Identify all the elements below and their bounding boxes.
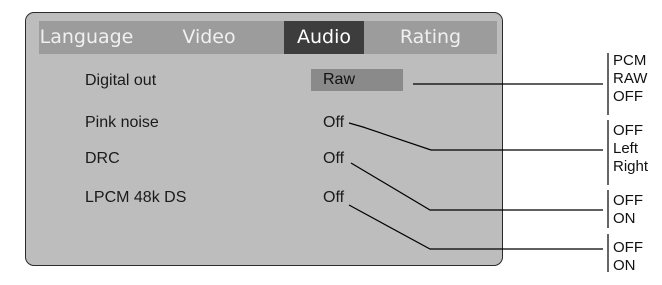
callout-lpcm <box>348 204 603 250</box>
option-off: OFF <box>613 239 643 256</box>
option-right: Right <box>613 158 649 175</box>
callout-pink-noise <box>348 122 603 151</box>
lpcm-options: OFF ON <box>613 239 643 275</box>
callout-lines <box>348 53 609 272</box>
drc-options: OFF ON <box>613 192 643 228</box>
option-on: ON <box>613 257 636 274</box>
callout-drc <box>350 162 603 211</box>
pink-noise-options: OFF Left Right <box>613 122 648 176</box>
option-left: Left <box>613 140 639 157</box>
option-off: OFF <box>613 88 643 105</box>
option-on: ON <box>613 210 636 227</box>
option-off: OFF <box>613 122 643 139</box>
option-pcm: PCM <box>613 52 647 69</box>
option-raw: RAW <box>613 70 648 87</box>
option-off: OFF <box>613 192 643 209</box>
digital-out-options: PCM RAW OFF <box>613 52 647 106</box>
